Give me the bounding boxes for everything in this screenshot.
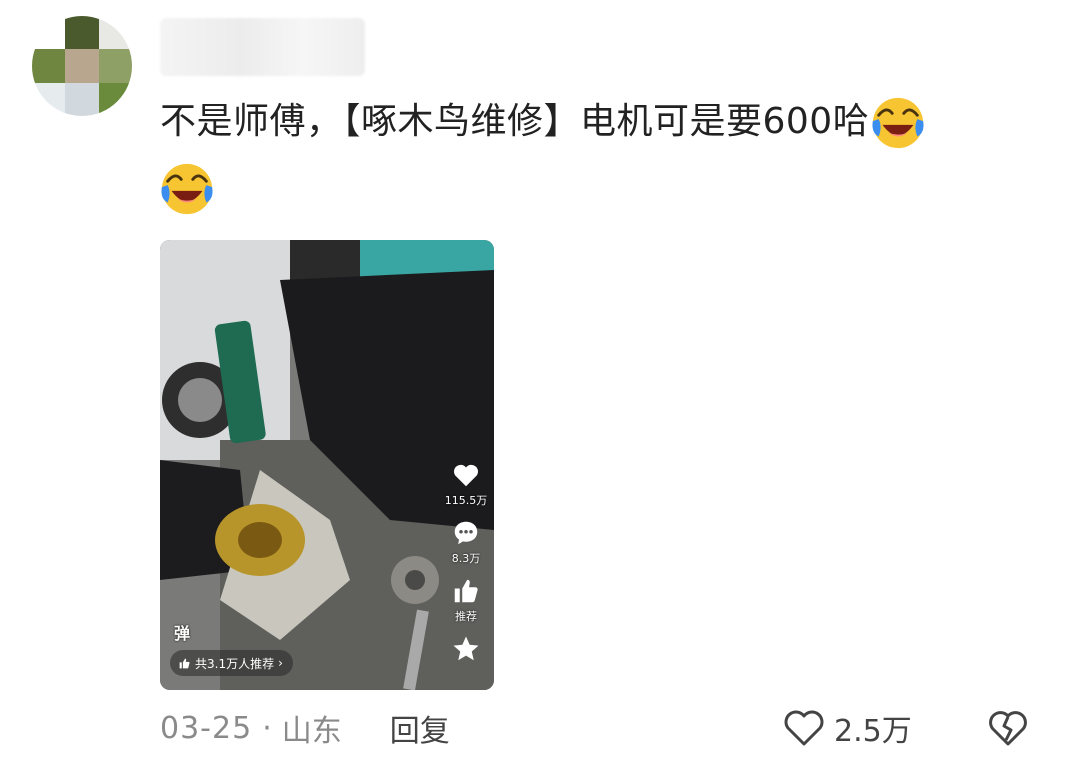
video-recommend-action[interactable]: 推荐: [451, 576, 481, 624]
video-comment-action[interactable]: 8.3万: [451, 518, 481, 566]
recommend-count-text: 共3.1万人推荐: [195, 656, 275, 671]
meta-separator: ·: [262, 710, 272, 746]
video-card[interactable]: 115.5万 8.3万 推荐 弹 共3.1万人推荐 ›: [160, 240, 494, 690]
reply-button[interactable]: 回复: [390, 706, 450, 750]
emoji-row: [158, 160, 216, 218]
username-blurred[interactable]: [160, 18, 365, 76]
video-like-action[interactable]: 115.5万: [444, 460, 488, 508]
video-comment-count: 8.3万: [451, 552, 481, 565]
avatar[interactable]: [32, 16, 132, 116]
thumbs-up-icon: [454, 579, 478, 603]
comment-location: 山东: [281, 714, 342, 749]
chevron-right-icon: ›: [278, 656, 283, 670]
danmu-toggle[interactable]: 弹: [174, 620, 190, 644]
recommend-count-pill[interactable]: 共3.1万人推荐 ›: [170, 650, 293, 676]
like-count: 2.5万: [834, 714, 912, 749]
comment-text: 不是师傅，【啄木鸟维修】电机可是要600哈: [160, 101, 870, 142]
comment-text-block: 不是师傅，【啄木鸟维修】电机可是要600哈: [160, 84, 1050, 160]
laughing-crying-face-icon: [158, 160, 216, 218]
video-recommend-label: 推荐: [455, 610, 477, 623]
star-icon: [453, 636, 479, 661]
like-button[interactable]: 2.5万: [782, 700, 912, 756]
comment-date: 03-25: [160, 710, 253, 746]
video-like-count: 115.5万: [444, 494, 488, 507]
video-side-actions: 115.5万 8.3万 推荐: [444, 460, 488, 674]
thumbs-up-icon: [179, 658, 190, 668]
comment-footer: 03-25 · 山东 回复 2.5万: [160, 700, 1040, 756]
video-favorite-action[interactable]: [451, 634, 481, 664]
broken-heart-icon[interactable]: [986, 706, 1030, 750]
heart-outline-icon: [784, 710, 824, 746]
heart-icon: [453, 464, 479, 487]
comment-bubble-icon: [454, 521, 478, 545]
laughing-crying-face-icon: [869, 94, 927, 152]
